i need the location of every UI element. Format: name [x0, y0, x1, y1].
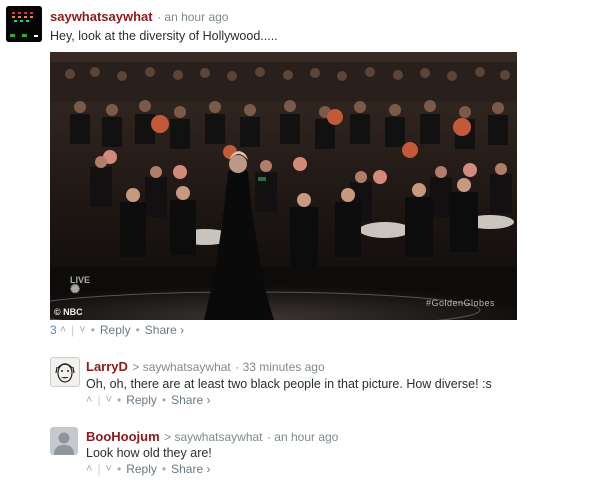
reply-button[interactable]: Reply [126, 462, 157, 476]
action-dot: • [90, 323, 95, 337]
upvote-count: 3 [50, 323, 57, 337]
comment-text: Oh, oh, there are at least two black peo… [86, 377, 492, 391]
reply-button[interactable]: Reply [100, 323, 131, 337]
share-button[interactable]: Share › [145, 323, 184, 337]
action-dot: • [161, 462, 167, 476]
share-button[interactable]: Share › [171, 393, 210, 407]
action-dot: • [117, 462, 122, 476]
chevron-down-icon[interactable]: ˅ [106, 463, 112, 475]
comment-image[interactable]: LIVE ✺ © NBC #GoldenGlobes [50, 52, 517, 320]
author-name[interactable]: saywhatsaywhat [50, 9, 153, 24]
action-dot: • [117, 393, 122, 407]
comment-actions: 3 ˄ | ˅ • Reply • Share › [50, 323, 184, 337]
comment-header: saywhatsaywhat · an hour ago [50, 8, 228, 26]
sketch-face-avatar-image [51, 358, 79, 386]
timestamp[interactable]: an hour ago [274, 430, 338, 444]
comment-text: Hey, look at the diversity of Hollywood.… [50, 29, 278, 43]
default-user-avatar-image [50, 427, 78, 455]
chevron-down-icon[interactable]: ˅ [79, 324, 85, 336]
comment-text: Look how old they are! [86, 446, 212, 460]
avatar[interactable] [6, 6, 42, 42]
timestamp[interactable]: an hour ago [164, 10, 228, 24]
chevron-down-icon[interactable]: ˅ [106, 394, 112, 406]
nbc-live-logo: LIVE ✺ [70, 276, 90, 296]
nbc-watermark: © NBC [54, 307, 83, 317]
reply-to[interactable]: > saywhatsaywhat [132, 360, 230, 374]
share-button[interactable]: Share › [171, 462, 210, 476]
reply-button[interactable]: Reply [126, 393, 157, 407]
comment-header: LarryD > saywhatsaywhat · 33 minutes ago [86, 358, 325, 376]
avatar[interactable] [50, 357, 80, 387]
author-name[interactable]: LarryD [86, 359, 128, 374]
meta-separator: · [235, 360, 243, 374]
reply-to[interactable]: > saywhatsaywhat [164, 430, 262, 444]
vote-divider: | [97, 462, 101, 476]
avatar[interactable] [50, 427, 78, 455]
chevron-up-icon[interactable]: ˄ [60, 324, 66, 336]
golden-globes-watermark: #GoldenGlobes [425, 298, 495, 308]
chevron-up-icon[interactable]: ˄ [86, 394, 92, 406]
author-name[interactable]: BooHoojum [86, 429, 160, 444]
vote-divider: | [97, 393, 101, 407]
comment-actions: ˄ | ˅ • Reply • Share › [86, 393, 210, 407]
comment-header: BooHoojum > saywhatsaywhat · an hour ago [86, 428, 338, 446]
comment-actions: ˄ | ˅ • Reply • Share › [86, 462, 210, 476]
space-invaders-avatar-image [6, 6, 42, 42]
action-dot: • [135, 323, 140, 337]
timestamp[interactable]: 33 minutes ago [243, 360, 325, 374]
chevron-up-icon[interactable]: ˄ [86, 463, 92, 475]
audience-photo [50, 52, 517, 320]
vote-divider: | [71, 323, 75, 337]
peacock-icon: ✺ [70, 282, 81, 296]
action-dot: • [161, 393, 167, 407]
